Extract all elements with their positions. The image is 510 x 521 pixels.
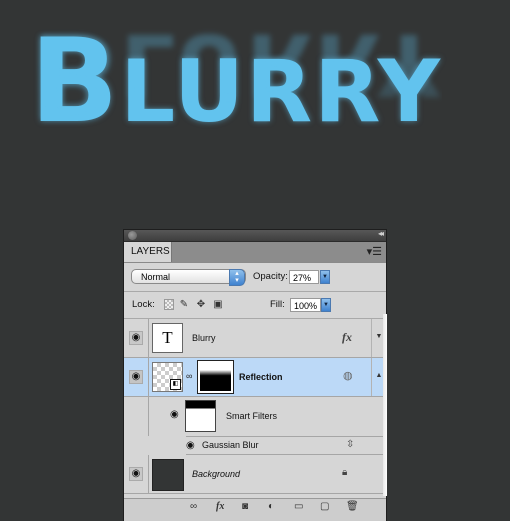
layer-mask-thumbnail[interactable]: [197, 360, 234, 394]
layer-row-reflection[interactable]: ◉ ◧ ∞ Reflection ◍ ▲: [124, 358, 386, 397]
link-layers-icon[interactable]: ∞: [190, 501, 197, 512]
lock-row: Lock: ✎ ✥ ▣ Fill: 100% ▼: [124, 292, 386, 319]
fill-dropdown-button[interactable]: ▼: [321, 298, 331, 312]
opacity-label: Opacity:: [253, 271, 288, 282]
layer-name[interactable]: Reflection: [239, 372, 283, 382]
collapse-double-arrow-icon[interactable]: ◂◂: [378, 229, 384, 238]
layer-row-gaussian-blur[interactable]: ◉ Gaussian Blur ⇳: [186, 436, 386, 455]
layer-row-background[interactable]: ◉ Background 🔒︎: [124, 455, 386, 494]
layer-name[interactable]: Blurry: [192, 333, 216, 343]
triangle-down-icon: ▼: [375, 333, 383, 340]
blurry-reflection: BLURRY: [30, 7, 442, 142]
blend-row: Normal ▴ ▾ Opacity: 27% ▼: [124, 263, 386, 292]
filter-name[interactable]: Gaussian Blur: [202, 440, 259, 450]
add-mask-icon[interactable]: ◙: [242, 501, 248, 512]
trash-icon[interactable]: 🗑︎: [346, 501, 359, 512]
lock-move-icon[interactable]: ✥: [196, 299, 206, 310]
chain-link-icon[interactable]: ∞: [186, 371, 192, 381]
panel-menu-icon[interactable]: ▾☰: [367, 245, 382, 258]
visibility-column: ◉: [124, 358, 149, 396]
scrollbar[interactable]: [383, 314, 387, 496]
lock-transparent-icon[interactable]: [164, 299, 174, 310]
layers-panel: ◂◂ LAYERS ▾☰ Normal ▴ ▾ Opacity: 27% ▼ Lo…: [123, 229, 387, 521]
text-layer-thumbnail: T: [152, 323, 183, 353]
smart-filter-mask-thumbnail[interactable]: [185, 400, 216, 432]
layers-list: ◉ T Blurry fx ▼ ◉ ◧ ∞ Reflection ◍ ▲ ◉ S…: [124, 319, 386, 494]
fx-icon[interactable]: fx: [342, 330, 352, 345]
visibility-column: ◉: [124, 455, 149, 493]
lock-label: Lock:: [132, 299, 155, 310]
panel-titlebar[interactable]: ◂◂: [124, 229, 386, 242]
eye-icon[interactable]: ◉: [129, 370, 143, 384]
blend-mode-value: Normal: [141, 272, 171, 282]
opacity-input[interactable]: 27%: [289, 270, 319, 284]
new-layer-icon[interactable]: ▢: [320, 501, 329, 512]
layer-name[interactable]: Smart Filters: [226, 411, 277, 421]
visibility-column: ◉: [124, 319, 149, 357]
fill-label: Fill:: [270, 299, 285, 310]
filter-blending-options-icon[interactable]: ⇳: [346, 439, 354, 450]
triangle-up-icon: ▲: [375, 372, 383, 379]
tab-layers[interactable]: LAYERS: [124, 242, 172, 262]
eye-icon[interactable]: ◉: [129, 467, 143, 481]
fx-icon[interactable]: fx: [216, 501, 224, 512]
close-panel-button[interactable]: [128, 231, 137, 240]
panel-tabbar: LAYERS ▾☰: [124, 242, 386, 263]
eye-icon[interactable]: ◉: [170, 409, 179, 420]
smart-filter-indicator-icon: ◍: [343, 370, 353, 382]
adjustment-layer-icon[interactable]: ◐: [268, 501, 274, 512]
updown-arrows-icon: ▴ ▾: [229, 269, 245, 286]
smart-object-badge-icon: ◧: [170, 379, 181, 390]
layer-row-blurry[interactable]: ◉ T Blurry fx ▼: [124, 319, 386, 358]
reflection-first-letter: B: [30, 7, 121, 142]
lock-icon: 🔒︎: [342, 467, 348, 478]
opacity-dropdown-button[interactable]: ▼: [320, 270, 330, 284]
lock-all-icon[interactable]: ▣: [213, 299, 223, 310]
eye-icon[interactable]: ◉: [129, 331, 143, 345]
layer-name[interactable]: Background: [192, 469, 240, 479]
canvas-artwork: BLURRY BLURRY: [0, 0, 510, 225]
visibility-column: [124, 397, 149, 436]
reflection-rest-letters: LURRY: [120, 14, 443, 114]
new-group-icon[interactable]: ▭: [294, 501, 303, 512]
lock-paint-icon[interactable]: ✎: [179, 299, 189, 310]
background-thumbnail: [152, 459, 184, 491]
blend-mode-select[interactable]: Normal ▴ ▾: [131, 269, 246, 286]
eye-icon[interactable]: ◉: [186, 440, 195, 451]
layer-row-smart-filters[interactable]: ◉ Smart Filters: [124, 397, 386, 436]
smart-object-thumbnail: ◧: [152, 362, 183, 392]
fill-input[interactable]: 100%: [290, 298, 321, 312]
